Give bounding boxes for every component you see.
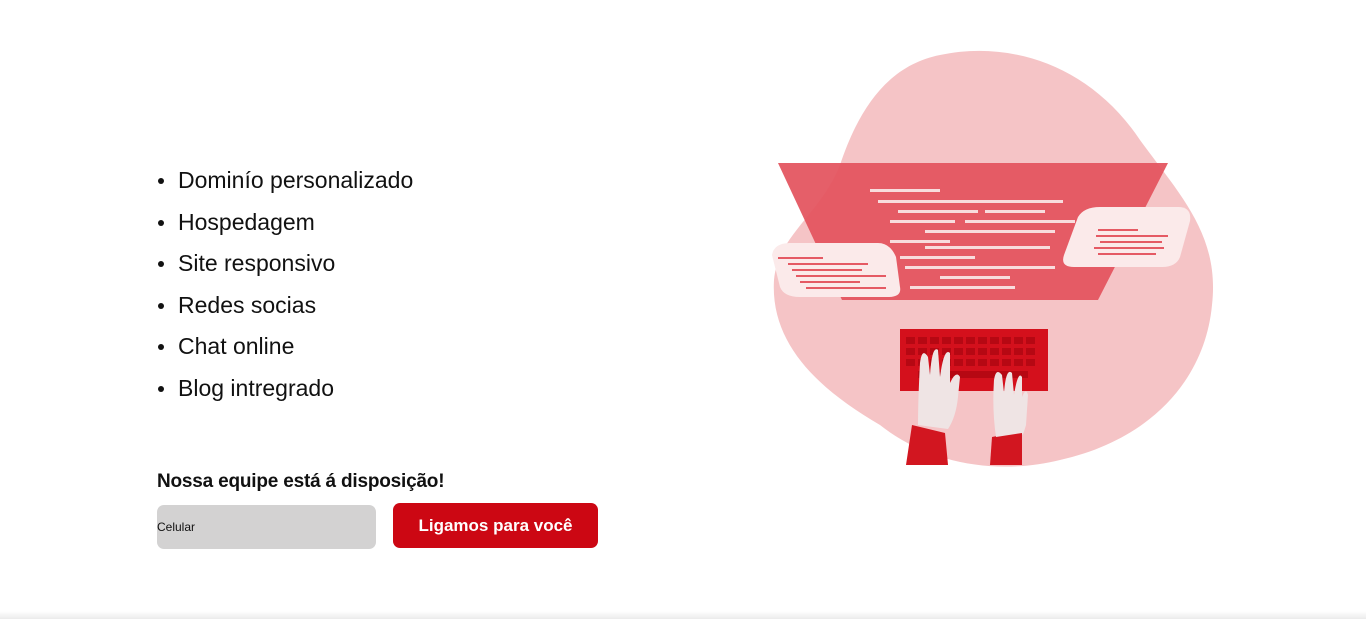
feature-item: Dominío personalizado (157, 160, 413, 202)
developer-typing-illustration (772, 50, 1214, 467)
feature-item: Blog intregrado (157, 368, 413, 410)
feature-item: Redes socias (157, 285, 413, 327)
section-divider-shadow (0, 611, 1366, 619)
feature-item: Chat online (157, 326, 413, 368)
feature-item: Hospedagem (157, 202, 413, 244)
feature-list: Dominío personalizado Hospedagem Site re… (157, 160, 413, 410)
feature-item: Site responsivo (157, 243, 413, 285)
phone-input[interactable] (157, 505, 376, 549)
cta-heading: Nossa equipe está á disposição! (157, 471, 445, 492)
page: Dominío personalizado Hospedagem Site re… (0, 0, 1366, 619)
call-me-button[interactable]: Ligamos para você (393, 503, 598, 548)
